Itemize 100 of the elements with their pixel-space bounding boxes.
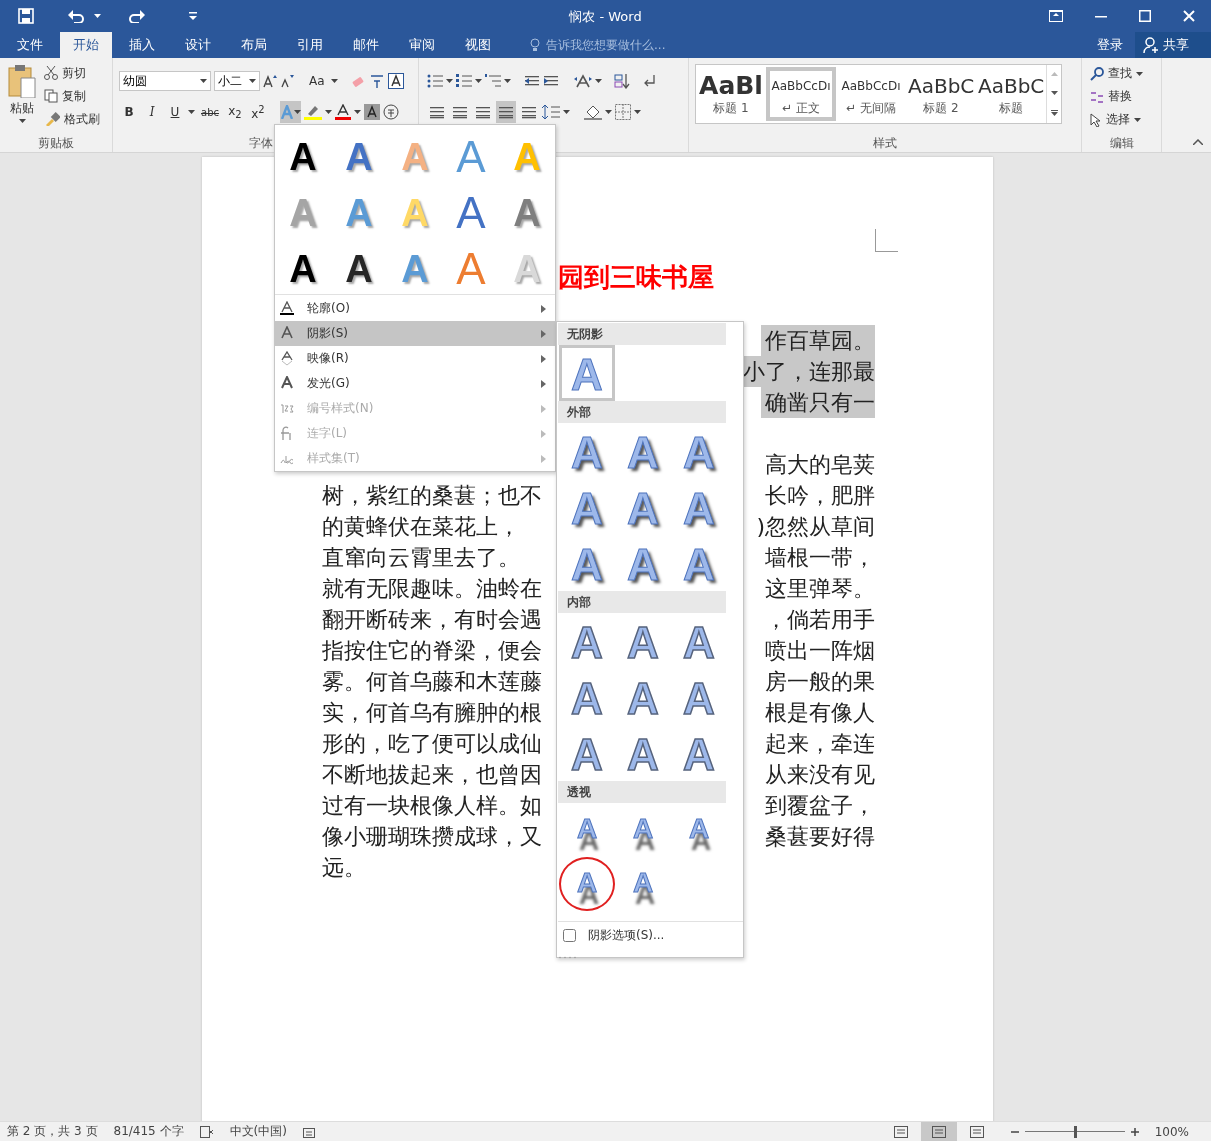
phonetic-guide-icon[interactable] bbox=[368, 73, 385, 89]
menu-item[interactable]: 阴影(S) bbox=[275, 321, 555, 346]
decrease-indent-icon[interactable] bbox=[525, 74, 541, 88]
caret-icon[interactable] bbox=[595, 79, 602, 83]
undo-icon[interactable] bbox=[68, 9, 84, 23]
format-button[interactable]: I bbox=[142, 105, 162, 119]
format-button[interactable]: U bbox=[165, 105, 185, 119]
scroll-down-icon[interactable] bbox=[1050, 91, 1058, 95]
caret-icon[interactable] bbox=[1136, 71, 1143, 76]
shadow-options-checkbox[interactable] bbox=[563, 928, 576, 942]
show-marks-icon[interactable] bbox=[642, 74, 656, 88]
macro-icon[interactable] bbox=[302, 1125, 315, 1138]
share-button[interactable]: 共享 bbox=[1135, 32, 1211, 58]
copy-button[interactable]: 复制 bbox=[44, 86, 112, 106]
text-effect-option[interactable]: A bbox=[275, 129, 331, 185]
redo-icon[interactable] bbox=[129, 9, 145, 23]
multilevel-list-icon[interactable] bbox=[485, 74, 501, 88]
view-button[interactable] bbox=[920, 1122, 957, 1141]
caret-icon[interactable] bbox=[249, 79, 256, 83]
caret-icon[interactable] bbox=[563, 110, 570, 114]
resize-grip-icon[interactable] bbox=[558, 956, 578, 959]
more-styles-icon[interactable] bbox=[1050, 109, 1058, 116]
caret-icon[interactable] bbox=[94, 14, 101, 18]
style-item[interactable]: AaBbC 标题 bbox=[976, 67, 1046, 121]
caret-icon[interactable] bbox=[634, 110, 641, 114]
customize-icon[interactable] bbox=[189, 12, 197, 20]
text-effect-option[interactable]: A bbox=[499, 185, 555, 241]
paint-bucket-icon[interactable] bbox=[584, 104, 602, 120]
caret-icon[interactable] bbox=[354, 110, 361, 114]
caret-icon[interactable] bbox=[294, 110, 301, 114]
font-size-field[interactable]: 小二 bbox=[214, 71, 260, 91]
text-effects-button[interactable] bbox=[280, 101, 301, 123]
caret-icon[interactable] bbox=[605, 110, 612, 114]
format-button[interactable]: B bbox=[119, 105, 139, 119]
sign-in-link[interactable]: 登录 bbox=[1085, 32, 1135, 58]
collapse-ribbon-icon[interactable] bbox=[1193, 139, 1203, 145]
format-button[interactable]: x$_{2}$ bbox=[225, 103, 245, 121]
text-effect-option[interactable]: A bbox=[443, 185, 499, 241]
replace-button[interactable]: 替换 bbox=[1090, 85, 1161, 108]
ribbon-tab[interactable]: 审阅 bbox=[396, 32, 448, 58]
save-icon[interactable] bbox=[18, 8, 34, 24]
menu-item[interactable]: 映像(R) bbox=[275, 346, 555, 371]
ribbon-tab[interactable]: 视图 bbox=[452, 32, 504, 58]
change-case-button[interactable]: Aa bbox=[306, 74, 328, 88]
maximize-icon[interactable] bbox=[1139, 10, 1151, 22]
caret-icon[interactable] bbox=[1134, 117, 1141, 122]
ribbon-tab[interactable]: 设计 bbox=[172, 32, 224, 58]
caret-icon[interactable] bbox=[188, 110, 195, 114]
menu-item[interactable]: 发光(G) bbox=[275, 371, 555, 396]
format-painter-button[interactable]: 格式刷 bbox=[44, 109, 112, 129]
highlighter-icon[interactable] bbox=[304, 104, 322, 120]
ribbon-display-icon[interactable] bbox=[1049, 10, 1063, 22]
select-button[interactable]: 选择 bbox=[1090, 108, 1161, 131]
caret-icon[interactable] bbox=[18, 119, 26, 123]
caret-icon[interactable] bbox=[504, 79, 511, 83]
borders-icon[interactable] bbox=[615, 104, 631, 120]
format-button[interactable]: x$^{2}$ bbox=[248, 103, 268, 121]
character-border-icon[interactable] bbox=[387, 73, 404, 89]
ribbon-tab[interactable]: 开始 bbox=[60, 32, 112, 58]
format-button[interactable]: abc bbox=[198, 106, 222, 118]
close-icon[interactable] bbox=[1183, 10, 1195, 22]
ribbon-tab[interactable]: 布局 bbox=[228, 32, 280, 58]
font-name-field[interactable]: 幼圆 bbox=[119, 71, 211, 91]
style-item[interactable]: AaBbCcDı ↵ 无间隔 bbox=[836, 67, 906, 121]
language-status[interactable]: 中文(中国) bbox=[229, 1123, 287, 1140]
grow-font-icon[interactable] bbox=[263, 74, 277, 88]
caret-icon[interactable] bbox=[446, 79, 453, 83]
shadow-options-item[interactable]: 阴影选项(S)... bbox=[558, 921, 743, 948]
sort-icon[interactable] bbox=[614, 73, 630, 89]
numbering-icon[interactable] bbox=[456, 74, 472, 88]
style-item[interactable]: AaBbC 标题 2 bbox=[906, 67, 976, 121]
cut-button[interactable]: 剪切 bbox=[44, 63, 112, 83]
caret-icon[interactable] bbox=[475, 79, 482, 83]
style-item[interactable]: AaBbCcDı ↵ 正文 bbox=[766, 67, 836, 121]
proofing-icon[interactable] bbox=[199, 1125, 214, 1138]
bullets-icon[interactable] bbox=[427, 74, 443, 88]
find-button[interactable]: 查找 bbox=[1090, 62, 1161, 85]
ribbon-tab[interactable]: 插入 bbox=[116, 32, 168, 58]
style-item[interactable]: AaBl 标题 1 bbox=[696, 67, 766, 121]
zoom-in-icon[interactable] bbox=[1130, 1127, 1139, 1136]
caret-icon[interactable] bbox=[200, 79, 207, 83]
chinese-layout-icon[interactable] bbox=[574, 74, 592, 88]
align-button[interactable] bbox=[496, 101, 516, 123]
tell-me-field[interactable]: 告诉我您想要做什么... bbox=[544, 37, 708, 53]
text-effect-option[interactable]: A bbox=[331, 129, 387, 185]
text-effect-option[interactable]: A bbox=[275, 241, 331, 297]
menu-item[interactable]: 轮廓(O) bbox=[275, 296, 555, 321]
zoom-thumb[interactable] bbox=[1073, 1125, 1077, 1138]
caret-icon[interactable] bbox=[325, 110, 332, 114]
increase-indent-icon[interactable] bbox=[544, 74, 560, 88]
line-spacing-icon[interactable] bbox=[542, 104, 560, 120]
text-effect-option[interactable]: A bbox=[331, 241, 387, 297]
enclosed-character-icon[interactable] bbox=[383, 104, 399, 120]
font-color-icon[interactable] bbox=[335, 104, 351, 120]
character-shading-icon[interactable] bbox=[364, 104, 380, 120]
ribbon-tab[interactable]: 引用 bbox=[284, 32, 336, 58]
ribbon-tab[interactable]: 邮件 bbox=[340, 32, 392, 58]
caret-icon[interactable] bbox=[330, 79, 338, 83]
shrink-font-icon[interactable] bbox=[280, 74, 294, 88]
zoom-level[interactable]: 100% bbox=[1154, 1124, 1211, 1139]
